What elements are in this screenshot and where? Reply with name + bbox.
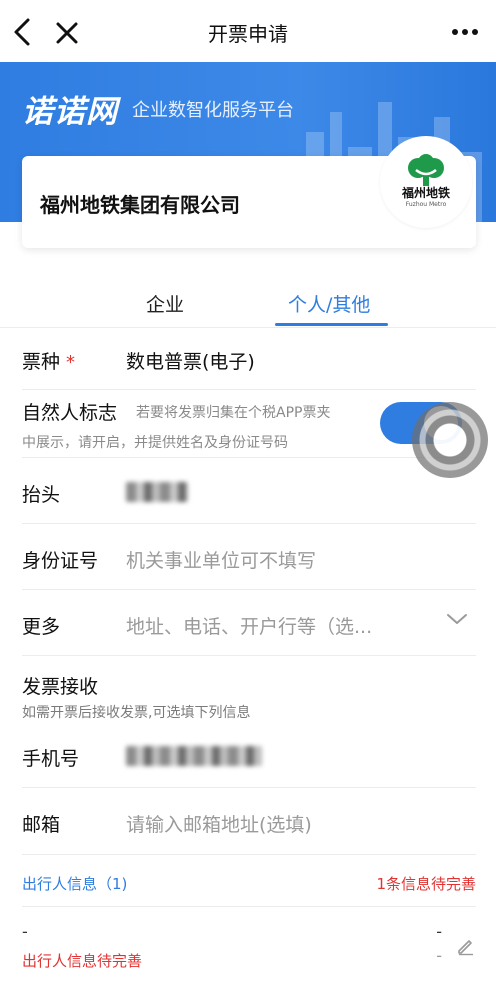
edit-icon[interactable] xyxy=(456,936,476,956)
more-icon[interactable] xyxy=(450,22,480,42)
chevron-down-icon[interactable] xyxy=(446,612,468,626)
company-logo-badge: 福州地铁 Fuzhou Metro xyxy=(380,136,472,228)
page-title: 开票申请 xyxy=(208,22,288,46)
email-row[interactable]: 邮箱 请输入邮箱地址(选填) xyxy=(22,788,476,855)
navigation-bar: 开票申请 xyxy=(0,0,496,62)
more-label: 更多 xyxy=(22,616,61,638)
email-input[interactable]: 请输入邮箱地址(选填) xyxy=(126,810,312,837)
tab-enterprise[interactable]: 企业 xyxy=(146,290,184,317)
traveler-list-item[interactable]: - 出行人信息待完善 - - xyxy=(22,920,476,982)
company-name: 福州地铁集团有限公司 xyxy=(40,193,240,217)
traveler-name: - xyxy=(22,922,28,941)
natural-person-hint-cont: 中展示，请开启，并提供姓名及身份证号码 xyxy=(22,435,288,451)
traveler-extra: - xyxy=(436,946,442,965)
ticket-type-value: 数电普票(电子) xyxy=(126,351,255,373)
id-number-label: 身份证号 xyxy=(22,550,99,572)
traveler-info-header: 出行人信息（1) 1条信息待完善 xyxy=(22,855,476,907)
phone-label: 手机号 xyxy=(22,748,80,770)
natural-person-hint: 若要将发票归集在个税APP票夹 xyxy=(136,405,331,421)
brand-slogan: 企业数智化服务平台 xyxy=(132,100,294,121)
header-title-row[interactable]: 抬头 xyxy=(22,458,476,524)
tab-bar: 企业 个人/其他 xyxy=(0,278,496,328)
id-number-row[interactable]: 身份证号 机关事业单位可不填写 xyxy=(22,524,476,590)
active-tab-indicator xyxy=(275,323,388,326)
natural-person-label: 自然人标志 xyxy=(22,402,118,424)
ticket-type-row[interactable]: 票种 * 数电普票(电子) xyxy=(22,328,476,390)
invoice-receive-hint: 如需开票后接收发票,可选填下列信息 xyxy=(22,705,251,721)
header-title-value-redacted xyxy=(126,482,188,502)
metro-logo-icon xyxy=(408,154,444,186)
company-card: 福州地铁集团有限公司 福州地铁 Fuzhou Metro xyxy=(22,136,476,248)
traveler-pending-text: 出行人信息待完善 xyxy=(22,952,143,970)
header-title-label: 抬头 xyxy=(22,484,61,506)
ticket-type-label: 票种 * xyxy=(22,351,76,373)
phone-row[interactable]: 手机号 xyxy=(22,722,476,788)
required-mark: * xyxy=(66,352,76,373)
invoice-receive-title: 发票接收 xyxy=(22,676,99,698)
id-number-input[interactable]: 机关事业单位可不填写 xyxy=(126,546,316,573)
more-input[interactable]: 地址、电话、开户行等（选... xyxy=(126,612,372,639)
traveler-id: - xyxy=(436,922,442,941)
metro-logo-subtext: Fuzhou Metro xyxy=(405,201,447,208)
more-row[interactable]: 更多 地址、电话、开户行等（选... xyxy=(22,590,476,656)
traveler-info-status: 1条信息待完善 xyxy=(376,875,476,893)
metro-logo-text: 福州地铁 xyxy=(401,186,450,200)
brand-logo: 诺诺网 xyxy=(22,94,118,130)
natural-person-row: 自然人标志 若要将发票归集在个税APP票夹 中展示，请开启，并提供姓名及身份证号… xyxy=(22,390,476,458)
email-label: 邮箱 xyxy=(22,814,61,836)
traveler-info-title: 出行人信息（1) xyxy=(22,875,128,893)
phone-value-redacted xyxy=(126,746,262,766)
tab-personal-other[interactable]: 个人/其他 xyxy=(288,290,370,317)
